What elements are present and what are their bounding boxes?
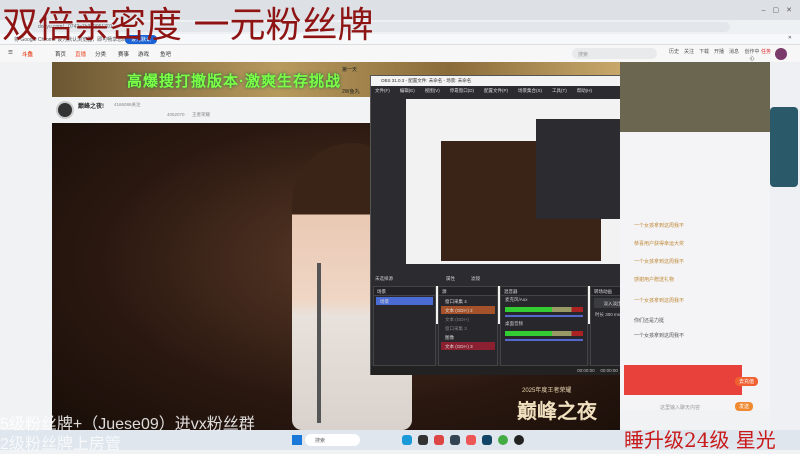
- no-source-label: 未选择源: [375, 276, 393, 281]
- overlay-top-text: 双倍亲密度 一元粉丝牌: [2, 5, 374, 46]
- chat-line: 一个女孩拿到这周我不: [634, 298, 685, 304]
- nav-category[interactable]: 分类: [95, 50, 106, 58]
- mixer-track-name: 麦克风/Aux: [505, 297, 528, 302]
- menu-docks[interactable]: 停靠窗口(D): [450, 88, 474, 93]
- chat-line: 感谢用户赠送礼物: [634, 277, 675, 283]
- sources-dock: 源 窗口采集 4 文本 (GDI+) 2 文本 (GDI+) 窗口采集 3 图像…: [438, 286, 498, 366]
- menu-edit[interactable]: 编辑(E): [400, 88, 415, 93]
- tasks-button[interactable]: 任务: [760, 48, 772, 55]
- menu-tools[interactable]: 工具(T): [552, 88, 567, 93]
- recommended-stream[interactable]: [620, 62, 770, 132]
- right-sidebar: [770, 62, 800, 430]
- nav-home[interactable]: 首页: [55, 50, 66, 58]
- microphone: [317, 263, 321, 423]
- volume-slider[interactable]: [505, 339, 583, 341]
- duration-input[interactable]: 300 ms: [605, 312, 620, 317]
- mixer-dock: 混音器 麦克风/Aux 桌面音频: [500, 286, 588, 366]
- audio-meter: [505, 307, 583, 312]
- source-item[interactable]: 文本 (GDI+): [441, 315, 495, 323]
- banner-badge-sub: 2W鱼丸: [342, 89, 360, 95]
- messages-button[interactable]: 消息: [728, 48, 740, 55]
- download-button[interactable]: 下载: [698, 48, 710, 55]
- scenes-dock: 场景 场景: [373, 286, 436, 366]
- menu-icon[interactable]: ☰: [8, 50, 13, 56]
- chat-line: 你们还是力挺: [634, 318, 665, 324]
- nav-games[interactable]: 游戏: [138, 50, 149, 58]
- window-controls[interactable]: – ▢ ✕: [762, 5, 792, 15]
- app-icon[interactable]: [450, 435, 460, 445]
- source-item[interactable]: 图像: [441, 333, 495, 341]
- source-item[interactable]: 文本 (GDI+) 3: [441, 342, 495, 350]
- event-title: 巅峰之夜: [517, 399, 597, 423]
- mixer-track-name: 桌面音频: [505, 321, 523, 326]
- room-id: 4052070: [167, 112, 185, 117]
- banner-text: 高爆搜打撤版本·激爽生存挑战: [127, 73, 341, 90]
- scene-item[interactable]: 场景: [376, 297, 433, 305]
- menu-file[interactable]: 文件(F): [375, 88, 390, 93]
- chat-line: 恭喜用户获得幸运大奖: [634, 241, 685, 247]
- chat-line: 一个女孩拿到这周我不: [634, 333, 685, 339]
- nav-yuba[interactable]: 鱼吧: [160, 50, 171, 58]
- menu-profile[interactable]: 配置文件(P): [484, 88, 508, 93]
- promo-card[interactable]: [624, 365, 742, 395]
- menu-view[interactable]: 视图(V): [425, 88, 440, 93]
- menu-help[interactable]: 帮助(H): [577, 88, 592, 93]
- chat-input[interactable]: 这里输入聊天内容: [660, 404, 700, 411]
- source-item[interactable]: 文本 (GDI+) 2: [441, 306, 495, 314]
- obs-icon[interactable]: [514, 435, 524, 445]
- event-year: 2025年度王者荣耀: [522, 388, 572, 394]
- edge-icon[interactable]: [402, 435, 412, 445]
- app-icon[interactable]: [418, 435, 428, 445]
- follower-count: 4166086关注: [114, 102, 141, 107]
- nav-live[interactable]: 直播: [75, 50, 86, 58]
- chat-line: 一个女孩拿到这周我不: [634, 223, 685, 229]
- history-button[interactable]: 历史: [668, 48, 680, 55]
- send-button[interactable]: 发送: [735, 402, 754, 411]
- search-input[interactable]: 搜索: [572, 48, 657, 59]
- chat-panel: 一个女孩拿到这周我不 恭喜用户获得幸运大奖 一个女孩拿到这周我不 感谢用户赠送礼…: [620, 62, 770, 411]
- filters-button[interactable]: 滤镜: [471, 276, 480, 282]
- audio-meter: [505, 331, 583, 336]
- overlay-bottom-right: 睡升级24级 星光: [624, 428, 776, 452]
- duration-label: 时长: [595, 312, 604, 317]
- sources-header: 源: [439, 287, 497, 296]
- broadcast-button[interactable]: 开播: [713, 48, 725, 55]
- douyu-icon[interactable]: [434, 435, 444, 445]
- nav-events[interactable]: 赛事: [118, 50, 129, 58]
- chrome-icon[interactable]: [498, 435, 508, 445]
- recharge-button[interactable]: 去充值: [735, 377, 759, 386]
- chat-line: 一个女孩拿到这周我不: [634, 259, 685, 265]
- steam-icon[interactable]: [482, 435, 492, 445]
- streamer-info: 巅峰之夜! 4166086关注 4052070 王者荣耀: [52, 97, 370, 123]
- app-icon[interactable]: [466, 435, 476, 445]
- event-badge[interactable]: [770, 107, 798, 187]
- taskbar-search[interactable]: 搜索: [305, 434, 360, 446]
- windows-start-icon[interactable]: [292, 435, 302, 445]
- source-item[interactable]: 窗口采集 4: [441, 297, 495, 305]
- scenes-header: 场景: [374, 287, 435, 296]
- close-icon[interactable]: ✕: [788, 35, 792, 41]
- category[interactable]: 王者荣耀: [192, 112, 210, 118]
- chat-messages: 一个女孩拿到这周我不 恭喜用户获得幸运大奖 一个女孩拿到这周我不 感谢用户赠送礼…: [628, 222, 768, 372]
- rec-time: 00:00:00: [600, 368, 618, 373]
- follow-button[interactable]: 关注: [683, 48, 695, 55]
- overlay-bottom-left-2: 2级粉丝牌上房管: [0, 436, 121, 453]
- streamer-name: 巅峰之夜!: [78, 104, 104, 110]
- mixer-header: 混音器: [501, 287, 587, 296]
- banner-badge: 第一天: [342, 67, 358, 73]
- creator-center-button[interactable]: 创作中心: [743, 48, 761, 62]
- properties-button[interactable]: 属性: [446, 276, 455, 282]
- menu-scene-collection[interactable]: 场景集合(S): [518, 88, 542, 93]
- source-item[interactable]: 窗口采集 3: [441, 324, 495, 332]
- user-avatar[interactable]: [775, 48, 787, 60]
- site-logo[interactable]: 斗鱼: [22, 50, 33, 58]
- live-time: 00:00:00: [577, 368, 595, 373]
- streamer-avatar[interactable]: [56, 101, 74, 119]
